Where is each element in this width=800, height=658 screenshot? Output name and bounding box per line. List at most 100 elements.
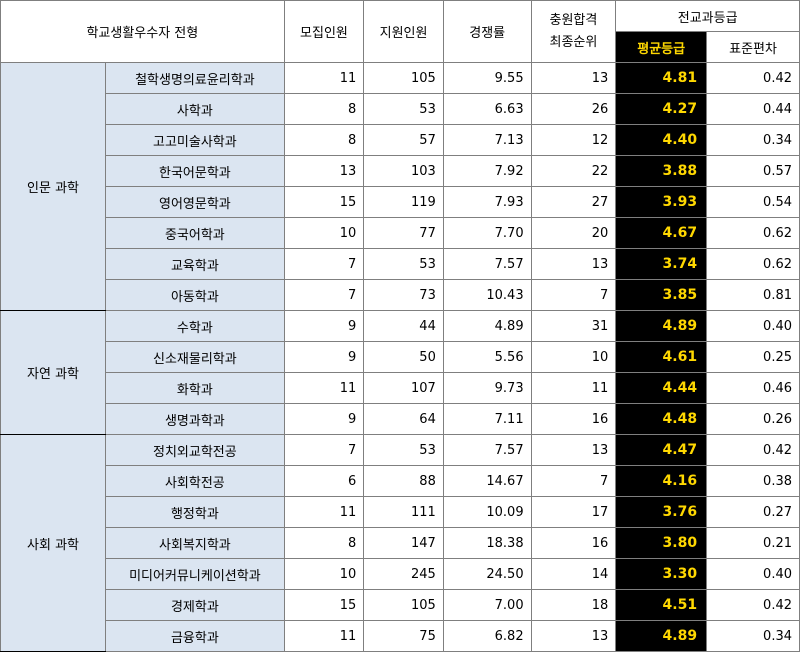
recruit-cell: 15 [283, 589, 365, 621]
department-cell: 경제학과 [105, 589, 285, 621]
std-dev-cell: 0.38 [706, 465, 800, 497]
applicants-cell: 88 [363, 465, 444, 497]
rank-cell: 13 [530, 248, 617, 280]
department-cell: 신소재물리학과 [105, 341, 285, 373]
table-row: 교육학과 7 53 7.57 13 3.74 0.62 [1, 248, 800, 280]
applicants-cell: 111 [363, 496, 444, 528]
std-dev-cell: 0.46 [706, 372, 800, 404]
department-cell: 한국어문학과 [105, 155, 285, 187]
table-row: 중국어학과 10 77 7.70 20 4.67 0.62 [1, 217, 800, 249]
grade-group-header: 전교과등급 [615, 0, 800, 32]
competition-header: 경쟁률 [442, 0, 532, 63]
department-cell: 사회학전공 [105, 465, 285, 497]
competition-cell: 7.00 [442, 589, 532, 621]
rank-header: 충원합격 최종순위 [530, 0, 617, 63]
recruit-header: 모집인원 [283, 0, 365, 63]
recruit-cell: 7 [283, 279, 365, 311]
avg-grade-cell: 3.30 [615, 558, 708, 590]
department-cell: 생명과학과 [105, 403, 285, 435]
rank-cell: 10 [530, 341, 617, 373]
avg-grade-cell: 4.51 [615, 589, 708, 621]
rank-cell: 20 [530, 217, 617, 249]
group-name-cell: 인문 과학 [0, 62, 107, 311]
table-row: 영어영문학과 15 119 7.93 27 3.93 0.54 [1, 186, 800, 218]
std-dev-cell: 0.44 [706, 93, 800, 125]
applicants-cell: 64 [363, 403, 444, 435]
applicants-cell: 53 [363, 248, 444, 280]
department-cell: 행정학과 [105, 496, 285, 528]
rank-cell: 13 [530, 62, 617, 94]
department-cell: 철학생명의료윤리학과 [105, 62, 285, 94]
rank-cell: 27 [530, 186, 617, 218]
rank-cell: 7 [530, 279, 617, 311]
competition-cell: 10.43 [442, 279, 532, 311]
department-cell: 정치외교학전공 [105, 434, 285, 466]
rank-cell: 7 [530, 465, 617, 497]
std-dev-cell: 0.40 [706, 310, 800, 342]
competition-cell: 9.73 [442, 372, 532, 404]
rank-cell: 18 [530, 589, 617, 621]
std-dev-cell: 0.57 [706, 155, 800, 187]
avg-grade-cell: 3.74 [615, 248, 708, 280]
recruit-cell: 15 [283, 186, 365, 218]
department-cell: 사학과 [105, 93, 285, 125]
department-cell: 아동학과 [105, 279, 285, 311]
competition-cell: 9.55 [442, 62, 532, 94]
std-dev-cell: 0.26 [706, 403, 800, 435]
std-dev-cell: 0.25 [706, 341, 800, 373]
applicants-cell: 73 [363, 279, 444, 311]
rank-header-line2: 최종순위 [549, 34, 598, 50]
department-cell: 미디어커뮤니케이션학과 [105, 558, 285, 590]
avg-grade-cell: 4.81 [615, 62, 708, 94]
competition-cell: 7.11 [442, 403, 532, 435]
avg-grade-cell: 3.88 [615, 155, 708, 187]
std-dev-cell: 0.81 [706, 279, 800, 311]
competition-cell: 7.93 [442, 186, 532, 218]
competition-cell: 7.57 [442, 248, 532, 280]
applicants-cell: 53 [363, 434, 444, 466]
applicants-cell: 107 [363, 372, 444, 404]
table-row: 사회학전공 6 88 14.67 7 4.16 0.38 [1, 465, 800, 497]
avg-grade-cell: 3.76 [615, 496, 708, 528]
table-header: 학교생활우수자 전형 모집인원 지원인원 경쟁률 충원합격 최종순위 전교과등급… [0, 0, 800, 63]
table-row: 행정학과 11 111 10.09 17 3.76 0.27 [1, 496, 800, 528]
recruit-cell: 10 [283, 558, 365, 590]
std-dev-cell: 0.42 [706, 62, 800, 94]
table-row: 아동학과 7 73 10.43 7 3.85 0.81 [1, 279, 800, 311]
std-dev-cell: 0.21 [706, 527, 800, 559]
table-row: 사학과 8 53 6.63 26 4.27 0.44 [1, 93, 800, 125]
applicants-cell: 105 [363, 62, 444, 94]
recruit-cell: 9 [283, 403, 365, 435]
department-cell: 교육학과 [105, 248, 285, 280]
competition-cell: 7.57 [442, 434, 532, 466]
rank-cell: 13 [530, 434, 617, 466]
table-row: 사회 과학 정치외교학전공 7 53 7.57 13 4.47 0.42 [0, 434, 800, 652]
competition-cell: 6.82 [442, 620, 532, 652]
table-row: 신소재물리학과 9 50 5.56 10 4.61 0.25 [1, 341, 800, 373]
table-row: 한국어문학과 13 103 7.92 22 3.88 0.57 [1, 155, 800, 187]
recruit-cell: 9 [283, 310, 365, 342]
std-dev-cell: 0.40 [706, 558, 800, 590]
table-row: 미디어커뮤니케이션학과 10 245 24.50 14 3.30 0.40 [1, 558, 800, 590]
rank-cell: 26 [530, 93, 617, 125]
table-row: 자연 과학 수학과 9 44 4.89 31 4.89 0.40 [0, 310, 800, 435]
competition-cell: 4.89 [442, 310, 532, 342]
rank-cell: 12 [530, 124, 617, 156]
applicants-cell: 57 [363, 124, 444, 156]
recruit-cell: 11 [283, 620, 365, 652]
admission-results-table: 학교생활우수자 전형 모집인원 지원인원 경쟁률 충원합격 최종순위 전교과등급… [0, 0, 800, 652]
rank-cell: 14 [530, 558, 617, 590]
applicants-cell: 44 [363, 310, 444, 342]
avg-grade-cell: 4.67 [615, 217, 708, 249]
avg-grade-header: 평균등급 [615, 31, 708, 63]
avg-grade-cell: 3.93 [615, 186, 708, 218]
table-row: 사회복지학과 8 147 18.38 16 3.80 0.21 [1, 527, 800, 559]
applicants-cell: 103 [363, 155, 444, 187]
department-cell: 금융학과 [105, 620, 285, 652]
rank-cell: 17 [530, 496, 617, 528]
avg-grade-cell: 4.89 [615, 310, 708, 342]
department-cell: 중국어학과 [105, 217, 285, 249]
department-cell: 고고미술사학과 [105, 124, 285, 156]
avg-grade-cell: 4.61 [615, 341, 708, 373]
rank-cell: 16 [530, 527, 617, 559]
